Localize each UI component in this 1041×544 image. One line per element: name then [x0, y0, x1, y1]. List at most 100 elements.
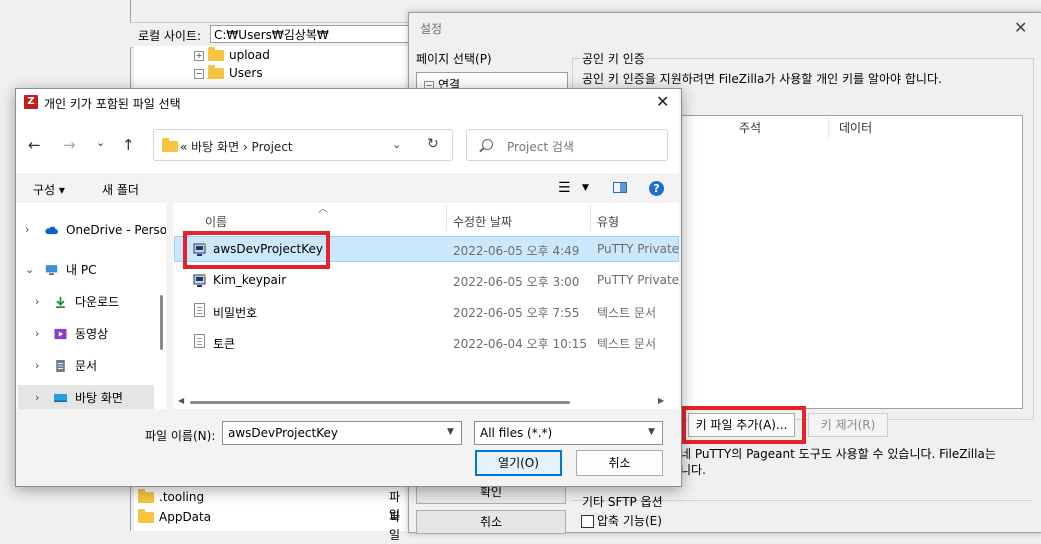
highlight-box-add-key: [682, 406, 806, 444]
file-date: 2022-06-05 오후 3:00: [453, 275, 580, 289]
highlight-box-selected-file: [183, 231, 330, 269]
video-icon: [54, 328, 67, 340]
new-folder-button[interactable]: 새 폴더: [102, 181, 139, 198]
list-item[interactable]: .tooling: [138, 488, 204, 506]
navigation-pane: › OneDrive - Personal ⌄ 내 PC › 다운로드 › 동영…: [16, 203, 166, 409]
checkbox-icon[interactable]: [581, 515, 594, 528]
chevron-right-icon[interactable]: ›: [35, 289, 39, 315]
file-type: PuTTY Private Key File: [597, 242, 679, 256]
chevron-right-icon[interactable]: ›: [35, 321, 39, 347]
document-icon: [56, 360, 65, 372]
file-name-label: 파일 이름(N):: [145, 429, 216, 443]
sort-ascending-icon: ︿: [318, 204, 328, 215]
chevron-down-icon[interactable]: ⌄: [392, 138, 401, 151]
help-icon[interactable]: ?: [649, 181, 664, 196]
cancel-button[interactable]: 취소: [576, 450, 663, 476]
folder-icon: [162, 138, 178, 153]
file-name-input[interactable]: awsDevProjectKey: [222, 421, 462, 445]
column-name[interactable]: 이름: [205, 213, 227, 230]
file-name: Kim_keypair: [213, 273, 287, 287]
nav-item-videos[interactable]: › 동영상: [16, 321, 166, 347]
computer-icon: [45, 265, 58, 275]
folder-icon: [208, 65, 224, 79]
local-file-list: .tooling 파일 AppData 파일: [134, 486, 410, 542]
file-date: 2022-06-04 오후 10:15: [453, 337, 588, 351]
text-file-icon: [194, 334, 205, 348]
onedrive-cloud-icon: [45, 226, 58, 235]
pubkey-description: 공인 키 인증을 지원하려면 FileZilla가 사용할 개인 키를 알아야 …: [582, 72, 942, 86]
compression-checkbox[interactable]: 압축 기능(E): [581, 512, 662, 529]
nav-pane-scrollbar[interactable]: [160, 295, 163, 350]
close-icon[interactable]: ✕: [1014, 18, 1027, 37]
view-options-icon[interactable]: ☰: [558, 180, 571, 196]
up-arrow-icon[interactable]: ↑: [122, 136, 135, 154]
breadcrumb[interactable]: « 바탕 화면 › Project: [180, 138, 293, 155]
open-button[interactable]: 열기(O): [475, 450, 562, 476]
close-icon[interactable]: ✕: [656, 92, 669, 111]
nav-item-onedrive[interactable]: › OneDrive - Personal: [16, 217, 166, 243]
column-date[interactable]: 수정한 날짜: [453, 213, 512, 230]
text-file-icon: [194, 303, 205, 317]
chevron-right-icon[interactable]: ›: [35, 385, 39, 409]
column-comment[interactable]: 주석: [733, 117, 829, 139]
list-item-type: 파일: [389, 490, 401, 522]
organize-button[interactable]: 구성 ▾: [33, 181, 65, 198]
dialog-title: 개인 키가 포함된 파일 선택: [44, 97, 181, 111]
tree-item-upload[interactable]: + upload: [194, 46, 270, 64]
file-name: 비밀번호: [213, 306, 258, 320]
folder-icon: [138, 489, 154, 503]
list-item[interactable]: AppData: [138, 508, 211, 526]
tree-item-users[interactable]: − Users: [194, 64, 263, 82]
refresh-icon[interactable]: ↻: [427, 136, 439, 152]
settings-cancel-button[interactable]: 취소: [416, 510, 566, 534]
pubkey-group-title: 공인 키 인증: [580, 50, 647, 67]
chevron-right-icon[interactable]: ›: [25, 217, 29, 243]
page-select-label: 페이지 선택(P): [416, 52, 492, 66]
nav-item-desktop[interactable]: › 바탕 화면: [18, 385, 154, 409]
nav-item-downloads[interactable]: › 다운로드: [16, 289, 166, 315]
back-arrow-icon[interactable]: ←: [28, 136, 41, 154]
nav-item-documents[interactable]: › 문서: [16, 353, 166, 379]
file-type-select[interactable]: All files (*.*): [474, 421, 663, 445]
column-data[interactable]: 데이터: [833, 117, 1021, 139]
expand-icon[interactable]: +: [194, 50, 204, 61]
file-type: 텍스트 문서: [597, 306, 657, 320]
scroll-right-icon[interactable]: ▶: [658, 396, 664, 405]
file-name: 토큰: [213, 337, 236, 351]
folder-icon: [208, 47, 224, 61]
preview-pane-icon[interactable]: [613, 182, 627, 193]
search-icon: [482, 139, 493, 150]
chevron-down-icon[interactable]: ⌄: [25, 257, 34, 283]
download-icon: [56, 296, 65, 308]
file-type: PuTTY Private Key File: [597, 273, 679, 287]
local-site-label: 로컬 사이트:: [138, 29, 202, 43]
folder-icon: [138, 509, 154, 523]
putty-key-icon: [193, 273, 206, 287]
column-type[interactable]: 유형: [597, 213, 619, 230]
chevron-down-icon[interactable]: ▼: [648, 427, 655, 437]
scroll-left-icon[interactable]: ◀: [178, 396, 184, 405]
file-type: 텍스트 문서: [597, 337, 657, 351]
horizontal-scrollbar[interactable]: [190, 401, 570, 404]
list-item-type: 파일: [389, 510, 401, 542]
search-placeholder: Project 검색: [507, 140, 574, 154]
recent-dropdown-icon[interactable]: ⌄: [96, 136, 105, 149]
settings-title: 설정: [420, 22, 443, 36]
column-divider[interactable]: [446, 205, 447, 231]
column-divider[interactable]: [590, 205, 591, 231]
desktop-icon: [54, 393, 67, 403]
chevron-down-icon[interactable]: ▼: [447, 427, 454, 437]
filezilla-app-icon: Z: [24, 95, 38, 109]
collapse-icon[interactable]: −: [194, 68, 204, 79]
chevron-right-icon[interactable]: ›: [35, 353, 39, 379]
sftp-options-label: 기타 SFTP 옵션: [582, 495, 663, 509]
remove-key-button[interactable]: 키 제거(R): [808, 413, 888, 437]
forward-arrow-icon[interactable]: →: [63, 136, 76, 154]
file-date: 2022-06-05 오후 7:55: [453, 306, 580, 320]
nav-item-this-pc[interactable]: ⌄ 내 PC: [16, 257, 166, 283]
local-directory-tree: + upload − Users: [134, 46, 410, 90]
chevron-down-icon[interactable]: ▼: [582, 183, 589, 193]
pageant-note: 네 PuTTY의 Pageant 도구도 사용할 수 있습니다. FileZil…: [680, 447, 996, 477]
file-date: 2022-06-05 오후 4:49: [453, 244, 580, 258]
local-site-path-input[interactable]: C:₩Users₩김상복₩: [210, 25, 410, 43]
